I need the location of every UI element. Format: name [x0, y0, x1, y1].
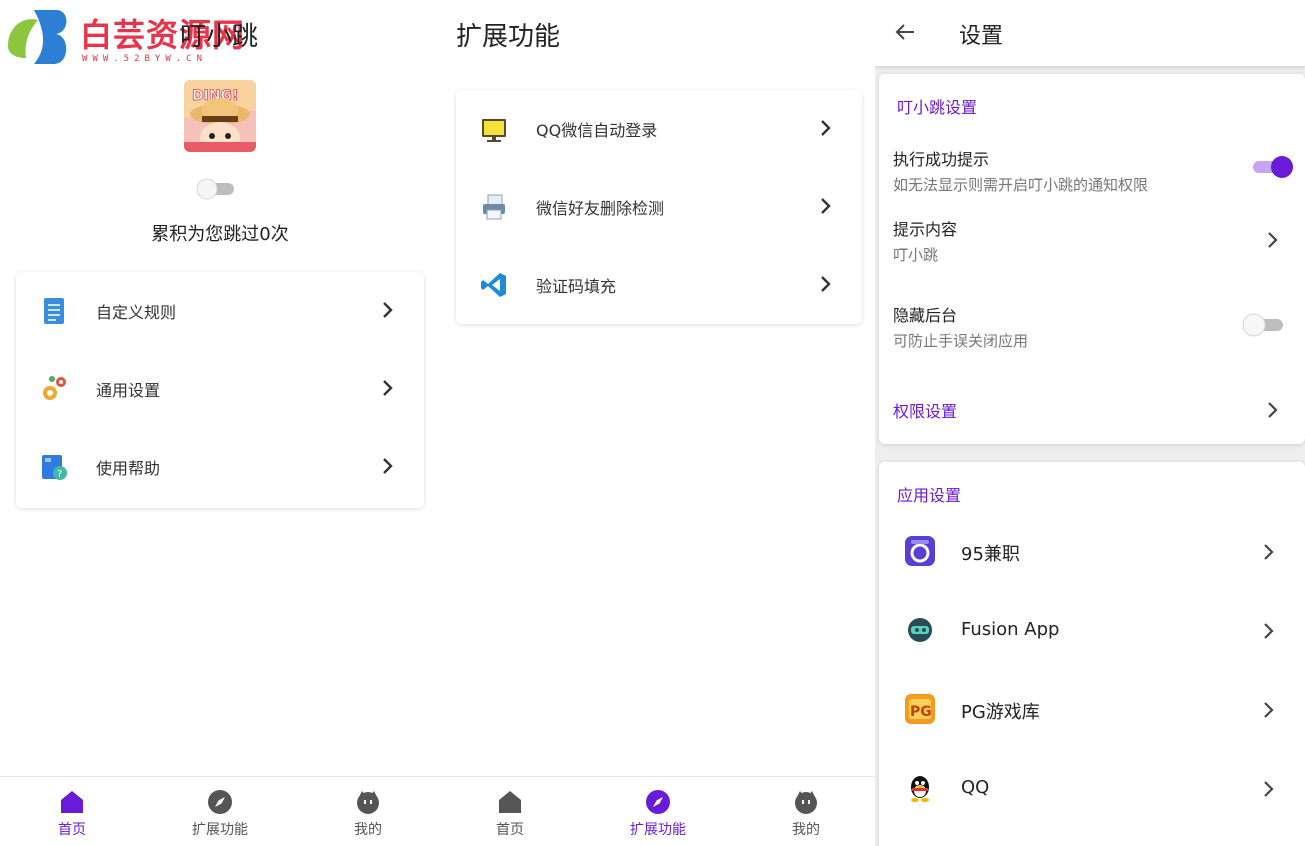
page-title: 设置 — [959, 24, 1004, 49]
pg-game-icon: PG — [905, 694, 935, 724]
chevron-right-icon — [1268, 402, 1278, 418]
nav-mine[interactable]: 我的 — [318, 789, 418, 839]
extensions-screen: 扩展功能 QQ微信自动登录 微信好友删除检测 验证码填充 首页 扩展功能 我的 — [440, 0, 875, 846]
menu-item-general-settings[interactable]: 通用设置 — [16, 350, 424, 428]
home-menu-card: 自定义规则 通用设置 ? 使用帮助 — [16, 272, 424, 508]
success-tip-toggle[interactable] — [1251, 154, 1295, 180]
nav-extensions[interactable]: 扩展功能 — [608, 789, 708, 839]
app-item-fusion-app[interactable]: Fusion App — [879, 593, 1305, 672]
ext-item-captcha-fill[interactable]: 验证码填充 — [456, 246, 862, 324]
watermark-url: WWW.52BYW.CN — [82, 54, 208, 64]
chevron-right-icon — [1264, 781, 1274, 797]
watermark-leaf-icon — [8, 10, 67, 64]
back-arrow-icon[interactable] — [893, 20, 917, 44]
profile-face-icon — [795, 791, 817, 814]
main-service-toggle[interactable] — [196, 178, 236, 200]
setting-permissions[interactable]: 权限设置 — [879, 384, 1305, 434]
chevron-right-icon — [1268, 232, 1278, 248]
vscode-icon — [481, 273, 506, 297]
nav-mine[interactable]: 我的 — [756, 789, 856, 839]
setting-subtitle: 叮小跳 — [893, 246, 939, 264]
chevron-right-icon — [821, 198, 831, 214]
app-item-label: Fusion App — [961, 619, 1060, 640]
setting-title: 执行成功提示 — [893, 150, 990, 169]
section-title: 叮小跳设置 — [897, 98, 978, 117]
nav-mine-label: 我的 — [792, 822, 820, 838]
dingxiaotiao-settings-card: 叮小跳设置 执行成功提示 如无法显示则需开启叮小跳的通知权限 提示内容 叮小跳 … — [879, 74, 1305, 444]
app-avatar: DING! — [184, 80, 256, 152]
nav-extensions-label: 扩展功能 — [630, 822, 686, 838]
bottom-navigation: 首页 扩展功能 我的 — [0, 776, 440, 846]
ext-item-label: QQ微信自动登录 — [536, 121, 658, 140]
chevron-right-icon — [1264, 623, 1274, 639]
hide-background-toggle[interactable] — [1241, 312, 1285, 338]
app-item-label: QQ — [961, 777, 990, 798]
setting-title: 提示内容 — [893, 220, 958, 239]
home-icon — [61, 791, 83, 813]
bottom-navigation: 首页 扩展功能 我的 — [440, 776, 875, 846]
setting-success-tip[interactable]: 执行成功提示 如无法显示则需开启叮小跳的通知权限 — [879, 138, 1305, 202]
setting-title: 隐藏后台 — [893, 306, 958, 325]
compass-icon — [646, 790, 670, 814]
chevron-right-icon — [1264, 702, 1274, 718]
app-item-label: PG游戏库 — [961, 702, 1040, 723]
nav-home[interactable]: 首页 — [460, 789, 560, 839]
menu-item-help[interactable]: ? 使用帮助 — [16, 428, 424, 506]
settings-screen: 设置 叮小跳设置 执行成功提示 如无法显示则需开启叮小跳的通知权限 提示内容 叮… — [875, 0, 1305, 846]
setting-hide-background[interactable]: 隐藏后台 可防止手误关闭应用 — [879, 294, 1305, 358]
nav-home-label: 首页 — [58, 822, 86, 838]
menu-item-custom-rules[interactable]: 自定义规则 — [16, 272, 424, 350]
skip-count-text: 累积为您跳过0次 — [151, 224, 289, 245]
ext-item-auto-login[interactable]: QQ微信自动登录 — [456, 90, 862, 168]
menu-item-label: 通用设置 — [96, 381, 161, 400]
setting-subtitle: 如无法显示则需开启叮小跳的通知权限 — [893, 176, 1149, 194]
monitor-icon — [482, 119, 506, 142]
app-item-qq[interactable]: QQ — [879, 751, 1305, 830]
compass-icon — [208, 790, 232, 814]
chevron-right-icon — [1264, 544, 1274, 560]
fusion-app-icon — [908, 618, 932, 642]
app-item-label: 95兼职 — [961, 544, 1020, 565]
page-title: 扩展功能 — [456, 22, 561, 52]
chevron-right-icon — [383, 458, 393, 474]
section-title: 应用设置 — [897, 486, 962, 505]
app-title: 叮小跳 — [180, 22, 259, 52]
svg-text:PG: PG — [910, 704, 932, 720]
gears-icon — [43, 376, 66, 400]
setting-subtitle: 可防止手误关闭应用 — [893, 332, 1029, 350]
nav-mine-label: 我的 — [354, 822, 382, 838]
nav-home[interactable]: 首页 — [22, 789, 122, 839]
profile-face-icon — [357, 791, 379, 814]
chevron-right-icon — [821, 120, 831, 136]
menu-item-label: 使用帮助 — [96, 459, 161, 478]
printer-icon — [483, 194, 505, 220]
extensions-card: QQ微信自动登录 微信好友删除检测 验证码填充 — [456, 90, 862, 324]
permissions-label: 权限设置 — [893, 402, 958, 421]
nav-extensions[interactable]: 扩展功能 — [170, 789, 270, 839]
app-item-95jianzhi[interactable]: 95兼职 — [879, 514, 1305, 593]
ext-item-friend-check[interactable]: 微信好友删除检测 — [456, 168, 862, 246]
chevron-right-icon — [383, 380, 393, 396]
menu-item-label: 自定义规则 — [96, 303, 177, 322]
95-jianzhi-icon — [905, 536, 935, 566]
home-screen: 白芸资源网 WWW.52BYW.CN 叮小跳 DING! 累积为您跳过0次 自定… — [0, 0, 440, 846]
document-icon — [44, 298, 64, 324]
app-item-pg-game[interactable]: PG PG游戏库 — [879, 672, 1305, 751]
settings-app-bar: 设置 — [875, 0, 1305, 66]
qq-penguin-icon — [911, 776, 929, 802]
home-icon — [499, 791, 521, 813]
chevron-right-icon — [821, 276, 831, 292]
nav-extensions-label: 扩展功能 — [192, 822, 248, 838]
help-book-icon: ? — [42, 455, 67, 480]
ext-item-label: 验证码填充 — [536, 277, 617, 296]
ext-item-label: 微信好友删除检测 — [536, 199, 665, 218]
chevron-right-icon — [383, 302, 393, 318]
svg-text:?: ? — [57, 469, 62, 480]
setting-tip-content[interactable]: 提示内容 叮小跳 — [879, 208, 1305, 272]
nav-home-label: 首页 — [496, 822, 524, 838]
app-settings-card: 应用设置 95兼职 Fusion App PG PG游戏库 QQ — [879, 462, 1305, 846]
